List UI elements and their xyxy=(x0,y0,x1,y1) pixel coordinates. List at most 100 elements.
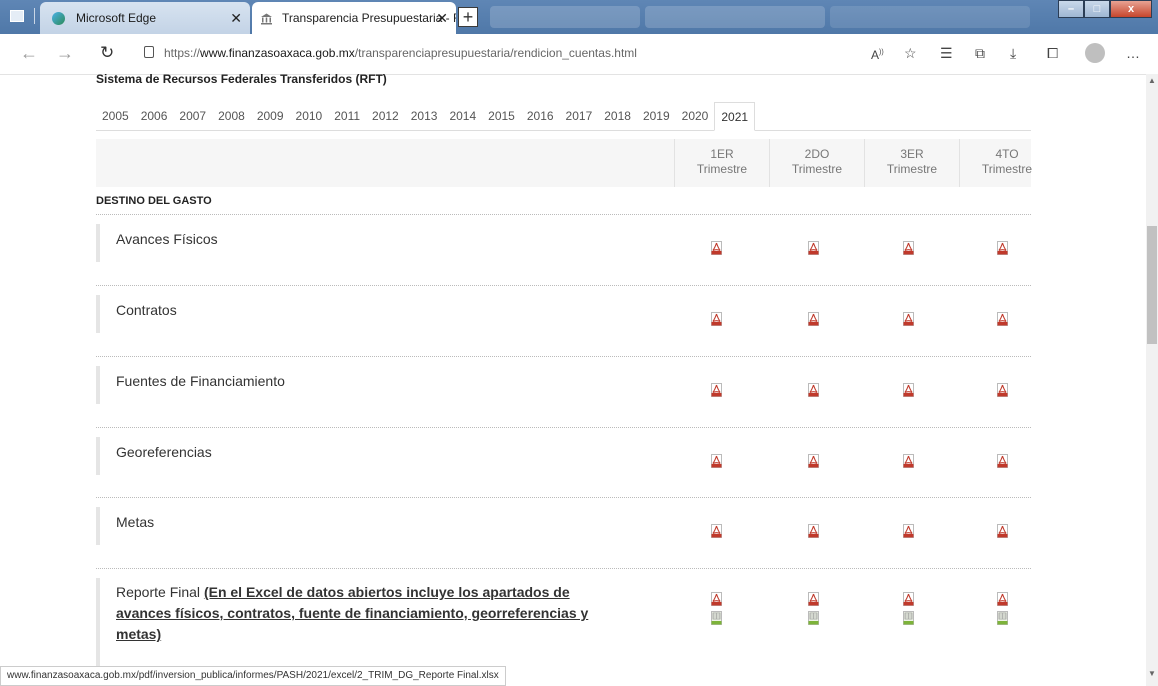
back-arrow-icon[interactable]: ← xyxy=(20,44,38,62)
pdf-file-icon[interactable] xyxy=(903,524,914,538)
excel-file-icon[interactable] xyxy=(711,611,722,625)
pdf-file-icon[interactable] xyxy=(903,454,914,468)
page-scrollbar[interactable]: ▲ ▼ xyxy=(1146,74,1158,686)
pdf-file-icon[interactable] xyxy=(711,383,722,397)
year-tab[interactable]: 2005 xyxy=(96,102,135,130)
favorite-star-icon[interactable]: ☆ xyxy=(904,44,917,62)
excel-file-icon[interactable] xyxy=(997,611,1008,625)
pdf-file-icon[interactable] xyxy=(903,383,914,397)
scroll-up-icon[interactable]: ▲ xyxy=(1146,76,1158,85)
background-tab[interactable] xyxy=(645,6,825,28)
pdf-file-icon[interactable] xyxy=(997,454,1008,468)
pdf-file-icon[interactable] xyxy=(711,241,722,255)
quarter-number: 4TO xyxy=(995,147,1019,161)
quarter-number: 1ER xyxy=(710,147,734,161)
url-path: /transparenciapresupuestaria/rendicion_c… xyxy=(354,46,637,60)
forward-arrow-icon[interactable]: → xyxy=(56,44,74,62)
read-aloud-icon[interactable]: A)) xyxy=(871,44,884,64)
pdf-file-icon[interactable] xyxy=(808,383,819,397)
status-bar: www.finanzasoaxaca.gob.mx/pdf/inversion_… xyxy=(0,666,506,686)
tab-actions-icon[interactable] xyxy=(10,10,24,22)
scroll-thumb[interactable] xyxy=(1147,226,1157,344)
pdf-file-icon[interactable] xyxy=(903,312,914,326)
pdf-file-icon[interactable] xyxy=(808,241,819,255)
government-building-icon xyxy=(261,13,272,25)
excel-file-icon[interactable] xyxy=(903,611,914,625)
year-tabs: 2005 2006 2007 2008 2009 2010 2011 2012 2013 2014… xyxy=(96,102,1031,131)
collections-icon[interactable]: ⧉ xyxy=(975,44,985,62)
download-icon[interactable]: ⤓ xyxy=(1010,44,1016,62)
pdf-file-icon[interactable] xyxy=(808,524,819,538)
quarter-header: 3ER Trimestre xyxy=(864,139,959,187)
quarter-header: 2DO Trimestre xyxy=(769,139,864,187)
background-tab[interactable] xyxy=(830,6,1030,28)
pdf-file-icon[interactable] xyxy=(903,592,914,606)
quarter-label: Trimestre xyxy=(791,162,843,176)
row-accent-bar xyxy=(96,507,100,545)
row-title: Metas xyxy=(116,514,155,530)
row-divider xyxy=(96,356,1031,357)
pdf-file-icon[interactable] xyxy=(997,241,1008,255)
year-tab[interactable]: 2009 xyxy=(251,102,290,130)
tab-microsoft-edge[interactable]: Microsoft Edge ✕ xyxy=(40,2,250,34)
pdf-file-icon[interactable] xyxy=(711,592,722,606)
year-tab[interactable]: 2018 xyxy=(598,102,637,130)
pdf-file-icon[interactable] xyxy=(711,454,722,468)
pdf-file-icon[interactable] xyxy=(997,312,1008,326)
scroll-down-icon[interactable]: ▼ xyxy=(1146,669,1158,678)
group-title: DESTINO DEL GASTO xyxy=(96,195,212,207)
excel-file-icon[interactable] xyxy=(808,611,819,625)
year-tab[interactable]: 2017 xyxy=(560,102,599,130)
background-tab[interactable] xyxy=(490,6,640,28)
row-accent-bar xyxy=(96,295,100,333)
titlebar-separator xyxy=(34,8,35,24)
minimize-button[interactable]: – xyxy=(1058,0,1084,18)
year-tab[interactable]: 2011 xyxy=(328,102,366,130)
open-data-excel-link[interactable]: metas) xyxy=(116,626,161,642)
close-tab-icon[interactable]: ✕ xyxy=(230,2,242,34)
pdf-file-icon[interactable] xyxy=(808,312,819,326)
open-data-excel-link[interactable]: (En el Excel de datos abiertos incluye l… xyxy=(204,584,570,600)
extensions-icon[interactable]: ⧠ xyxy=(1047,44,1058,62)
pdf-file-icon[interactable] xyxy=(711,312,722,326)
pdf-file-icon[interactable] xyxy=(711,524,722,538)
year-tab[interactable]: 2008 xyxy=(212,102,251,130)
row-label: Reporte Final (En el Excel de datos abie… xyxy=(116,582,588,645)
more-options-icon[interactable]: … xyxy=(1126,44,1140,62)
lock-icon[interactable] xyxy=(144,46,154,58)
refresh-icon[interactable]: ↻ xyxy=(100,44,114,62)
row-accent-bar xyxy=(96,578,100,666)
row-title: Contratos xyxy=(116,302,177,318)
profile-avatar-icon[interactable] xyxy=(1085,43,1105,63)
tab-transparencia[interactable]: Transparencia Presupuestaria - Rc ✕ xyxy=(252,2,456,34)
close-window-button[interactable]: x xyxy=(1110,0,1152,18)
pdf-file-icon[interactable] xyxy=(997,592,1008,606)
open-data-excel-link[interactable]: avances físicos, contratos, fuente de fi… xyxy=(116,605,588,621)
quarter-label: Trimestre xyxy=(981,162,1033,176)
year-tab[interactable]: 2014 xyxy=(443,102,482,130)
year-tab[interactable]: 2006 xyxy=(135,102,174,130)
close-tab-icon[interactable]: ✕ xyxy=(436,2,448,34)
year-tab[interactable]: 2019 xyxy=(637,102,676,130)
pdf-file-icon[interactable] xyxy=(903,241,914,255)
pdf-file-icon[interactable] xyxy=(997,524,1008,538)
year-tab[interactable]: 2015 xyxy=(482,102,521,130)
address-input[interactable]: https://www.finanzasoaxaca.gob.mx/transp… xyxy=(164,46,637,60)
year-tab[interactable]: 2012 xyxy=(366,102,405,130)
year-tab[interactable]: 2013 xyxy=(405,102,444,130)
year-tab[interactable]: 2016 xyxy=(521,102,560,130)
pdf-file-icon[interactable] xyxy=(808,454,819,468)
pdf-file-icon[interactable] xyxy=(808,592,819,606)
new-tab-button[interactable]: + xyxy=(458,7,478,27)
year-tab[interactable]: 2007 xyxy=(173,102,212,130)
year-tab[interactable]: 2010 xyxy=(290,102,329,130)
row-accent-bar xyxy=(96,224,100,262)
pdf-file-icon[interactable] xyxy=(997,383,1008,397)
row-title: Fuentes de Financiamiento xyxy=(116,373,285,389)
year-tab[interactable]: 2021 xyxy=(714,102,756,131)
favorites-list-icon[interactable]: ☰ xyxy=(940,44,953,62)
maximize-button[interactable]: □ xyxy=(1084,0,1110,18)
row-accent-bar xyxy=(96,437,100,475)
year-tab[interactable]: 2020 xyxy=(676,102,715,130)
quarter-header: 4TO Trimestre xyxy=(959,139,1054,187)
